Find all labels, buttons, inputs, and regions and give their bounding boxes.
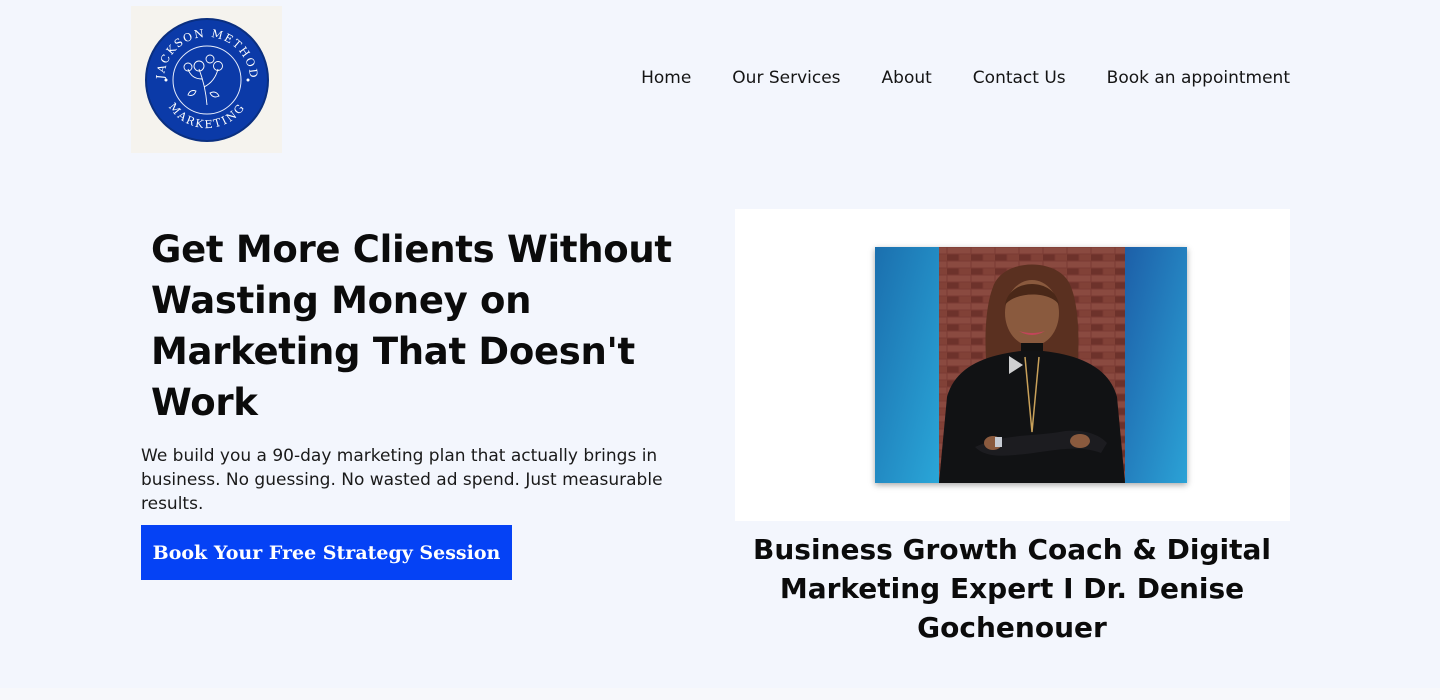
play-icon[interactable]	[1004, 354, 1026, 376]
section-divider	[0, 688, 1440, 700]
nav-our-services[interactable]: Our Services	[732, 66, 840, 90]
nav-contact-us[interactable]: Contact Us	[973, 66, 1066, 90]
video-thumbnail	[875, 247, 1187, 483]
hero-subtitle: We build you a 90-day marketing plan tha…	[141, 446, 663, 514]
jackson-method-logo: JACKSON METHOD MARKETING	[144, 17, 269, 142]
video-player[interactable]	[875, 247, 1187, 483]
nav-home[interactable]: Home	[641, 66, 691, 90]
hero-title: Get More Clients Without Wasting Money o…	[151, 228, 672, 424]
main-nav: Home Our Services About Contact Us Book …	[641, 66, 1290, 90]
nav-about[interactable]: About	[882, 66, 932, 90]
coach-title: Business Growth Coach & Digital Marketin…	[753, 533, 1271, 644]
book-strategy-session-button[interactable]: Book Your Free Strategy Session	[141, 525, 512, 580]
nav-book-appointment[interactable]: Book an appointment	[1107, 66, 1290, 90]
logo[interactable]: JACKSON METHOD MARKETING	[131, 6, 282, 153]
